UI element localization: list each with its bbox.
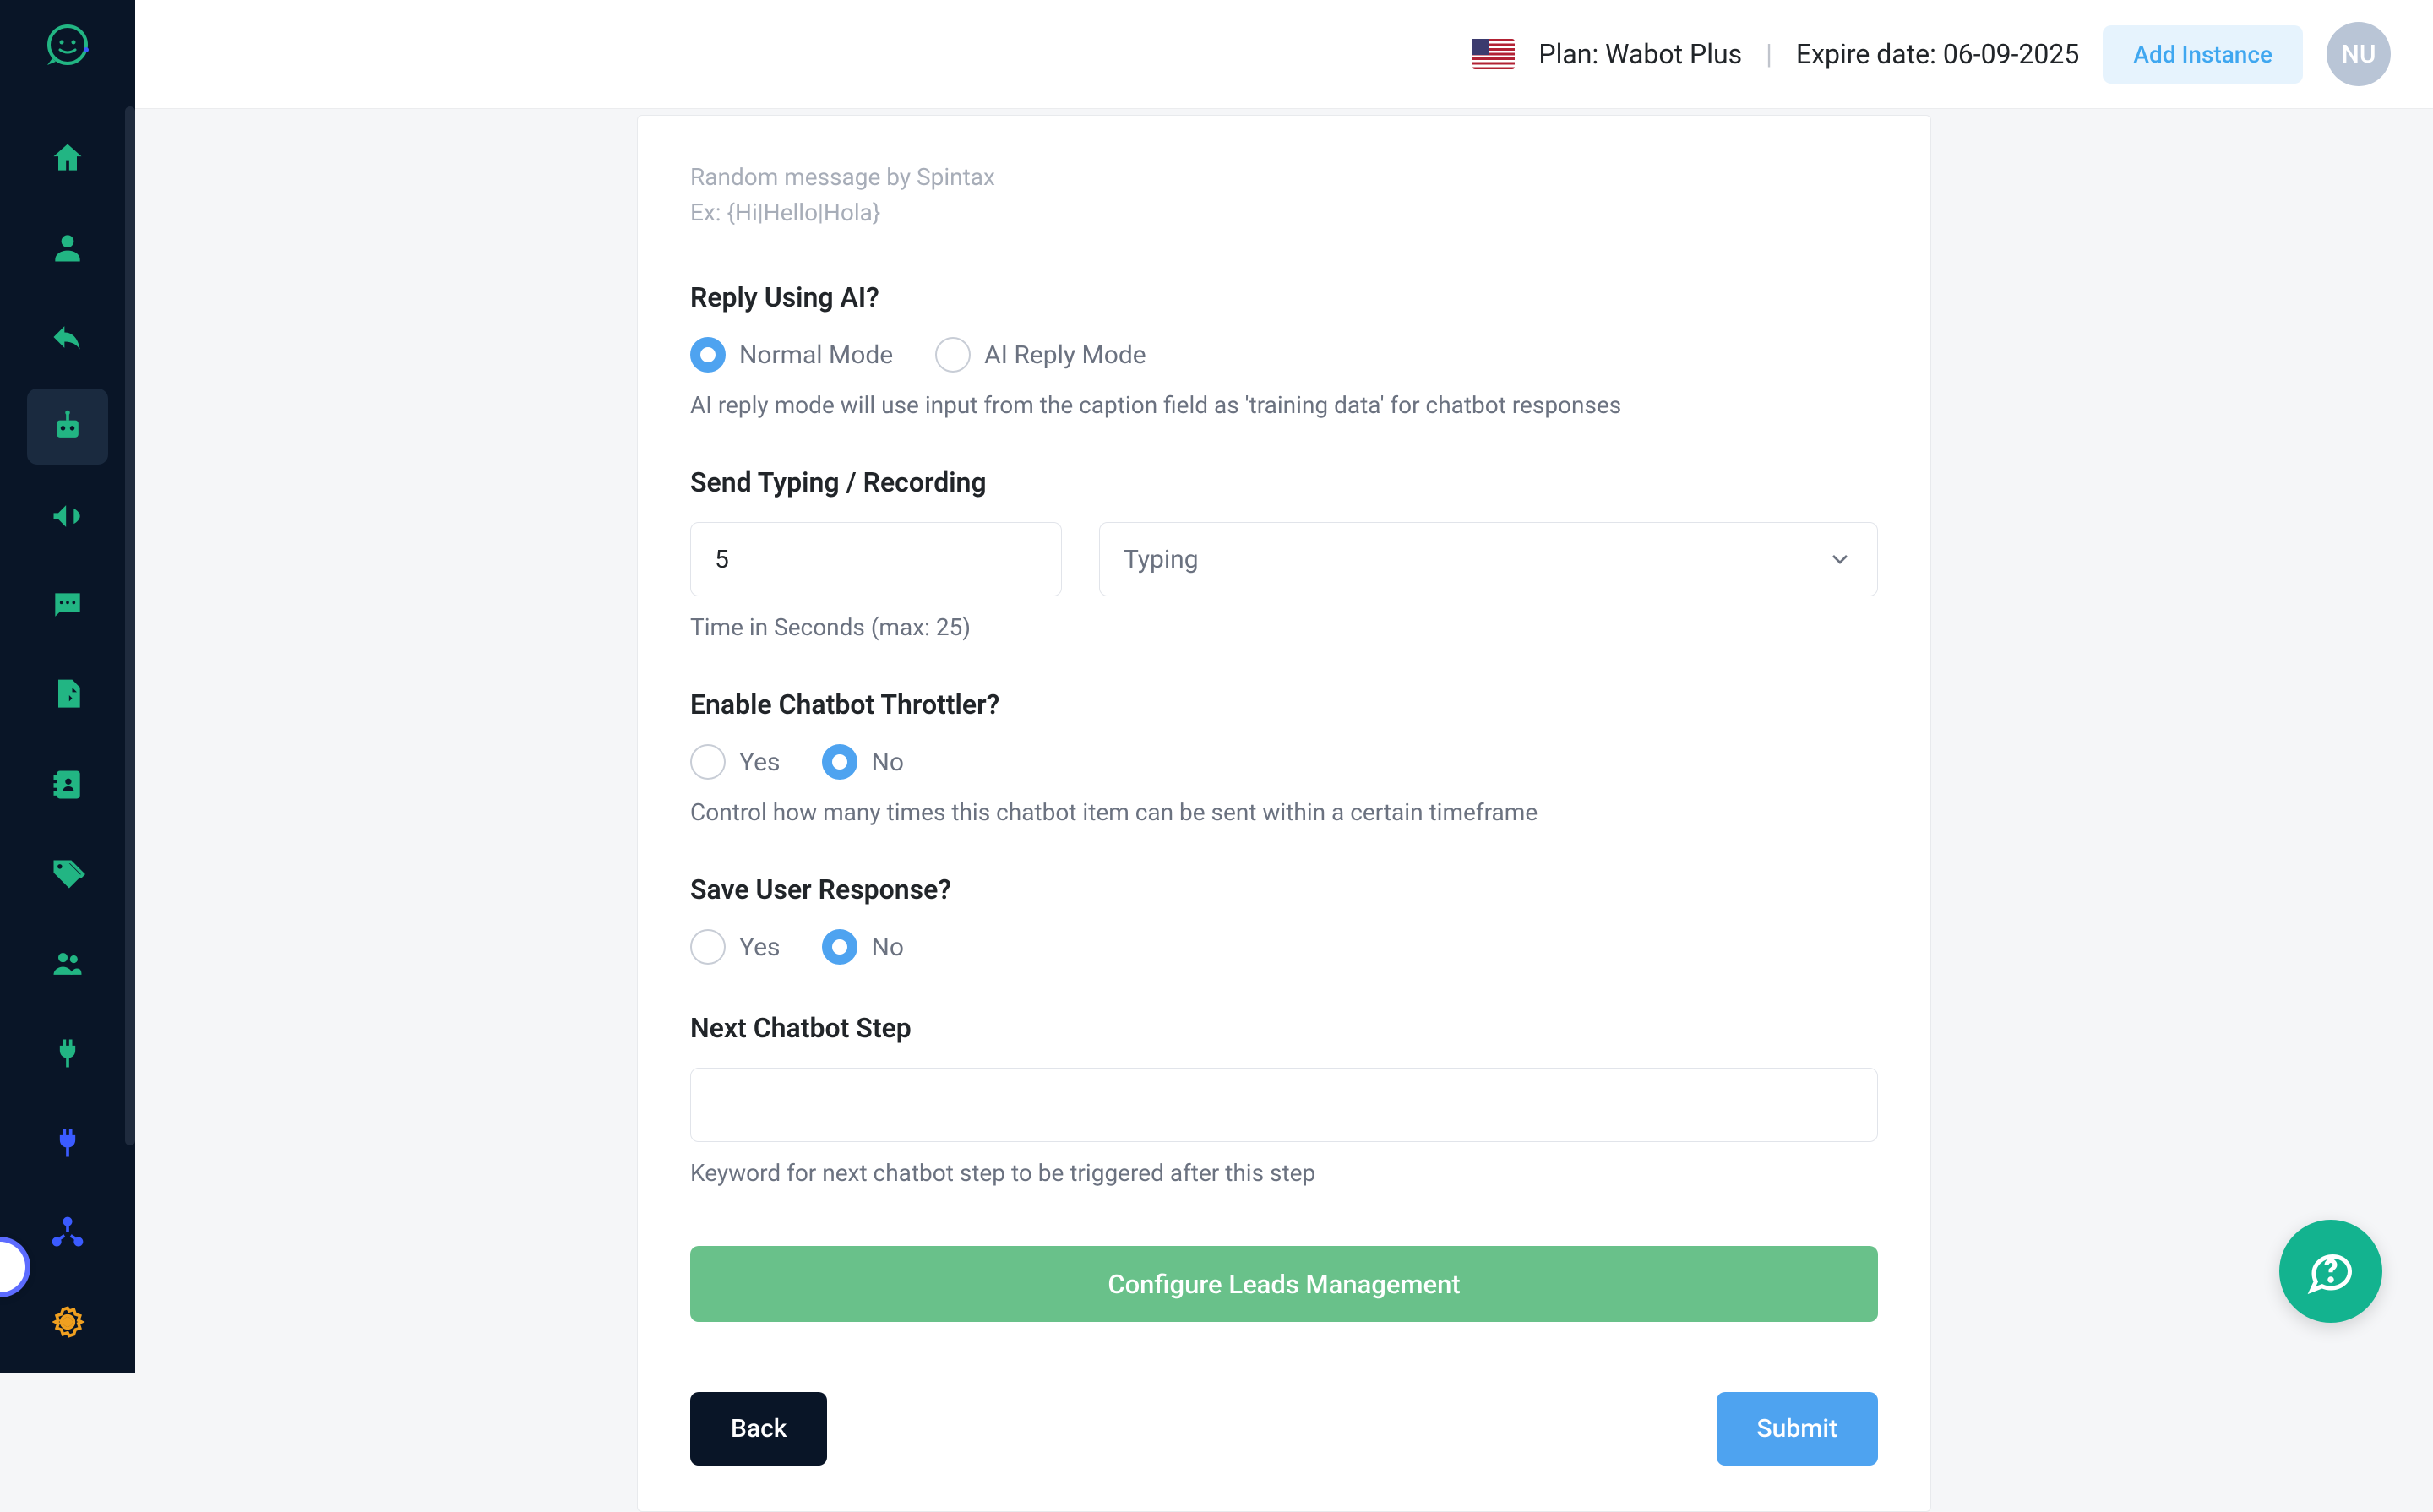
radio-throttler-no[interactable]: No [822, 744, 904, 780]
sidebar [0, 0, 135, 1373]
address-book-icon [49, 766, 86, 803]
spintax-hint-line1: Random message by Spintax [690, 160, 1878, 195]
chat-icon [49, 587, 86, 624]
radio-label: No [871, 933, 904, 962]
radio-dot-icon [690, 744, 726, 780]
app-logo [34, 20, 101, 69]
gear-icon [49, 1303, 86, 1341]
typing-title: Send Typing / Recording [690, 466, 1878, 498]
reply-ai-title: Reply Using AI? [690, 281, 1878, 313]
radio-ai-mode[interactable]: AI Reply Mode [935, 337, 1146, 373]
sidebar-item-webhook[interactable] [27, 1105, 108, 1181]
throttler-radio-group: Yes No [690, 744, 1878, 780]
home-icon [49, 139, 86, 177]
expire-label: Expire date: 06-09-2025 [1796, 38, 2079, 70]
next-step-help: Keyword for next chatbot step to be trig… [690, 1159, 1878, 1187]
save-response-radio-group: Yes No [690, 929, 1878, 965]
radio-throttler-yes[interactable]: Yes [690, 744, 780, 780]
radio-dot-selected-icon [822, 744, 857, 780]
robot-icon [49, 408, 86, 445]
typing-help: Time in Seconds (max: 25) [690, 613, 1878, 641]
users-icon [49, 945, 86, 982]
radio-dot-selected-icon [822, 929, 857, 965]
radio-label: Yes [739, 933, 780, 962]
throttler-title: Enable Chatbot Throttler? [690, 688, 1878, 721]
reply-icon [49, 318, 86, 356]
main-content: Random message by Spintax Ex: {Hi|Hello|… [135, 0, 2433, 1512]
nodes-icon [49, 1214, 86, 1251]
tags-icon [49, 856, 86, 893]
sidebar-item-reply[interactable] [27, 299, 108, 375]
radio-label: AI Reply Mode [984, 340, 1146, 370]
radio-normal-mode[interactable]: Normal Mode [690, 337, 893, 373]
reply-ai-help: AI reply mode will use input from the ca… [690, 391, 1878, 419]
back-button[interactable]: Back [690, 1392, 827, 1466]
radio-dot-icon [690, 929, 726, 965]
select-value: Typing [1124, 545, 1199, 574]
form-footer: Back Submit [638, 1346, 1930, 1511]
help-chat-icon [2305, 1246, 2356, 1297]
sidebar-item-user[interactable] [27, 209, 108, 286]
sidebar-item-chat[interactable] [27, 568, 108, 644]
sidebar-item-campaign[interactable] [27, 478, 108, 554]
radio-save-yes[interactable]: Yes [690, 929, 780, 965]
sidebar-item-integrations[interactable] [27, 1015, 108, 1091]
configure-leads-button[interactable]: Configure Leads Management [690, 1246, 1878, 1322]
radio-save-no[interactable]: No [822, 929, 904, 965]
reply-ai-radio-group: Normal Mode AI Reply Mode [690, 337, 1878, 373]
header-divider: | [1766, 38, 1772, 70]
spintax-hint: Random message by Spintax Ex: {Hi|Hello|… [690, 160, 1878, 231]
radio-label: No [871, 748, 904, 777]
user-avatar[interactable]: NU [2327, 22, 2391, 86]
sidebar-item-flow[interactable] [27, 1194, 108, 1270]
sidebar-item-tags[interactable] [27, 836, 108, 912]
sidebar-item-export[interactable] [27, 657, 108, 733]
typing-row: Typing [690, 522, 1878, 596]
megaphone-icon [49, 498, 86, 535]
header: Plan: Wabot Plus | Expire date: 06-09-20… [135, 0, 2433, 108]
spintax-hint-line2: Ex: {Hi|Hello|Hola} [690, 195, 1878, 231]
export-icon [49, 677, 86, 714]
sidebar-item-settings[interactable] [27, 1284, 108, 1360]
throttler-help: Control how many times this chatbot item… [690, 798, 1878, 826]
submit-button[interactable]: Submit [1717, 1392, 1878, 1466]
radio-dot-icon [935, 337, 971, 373]
radio-dot-selected-icon [690, 337, 726, 373]
user-icon [49, 229, 86, 266]
chatbot-form-card: Random message by Spintax Ex: {Hi|Hello|… [637, 115, 1931, 1512]
plan-label: Plan: Wabot Plus [1538, 38, 1742, 70]
plug-icon [49, 1035, 86, 1072]
radio-label: Normal Mode [739, 340, 893, 370]
sidebar-scrollbar[interactable] [125, 106, 135, 1145]
plug-blue-icon [49, 1124, 86, 1161]
sidebar-nav [0, 120, 135, 1373]
next-step-title: Next Chatbot Step [690, 1012, 1878, 1044]
chevron-down-icon [1826, 546, 1853, 573]
help-chat-fab[interactable] [2279, 1220, 2382, 1323]
typing-type-select[interactable]: Typing [1099, 522, 1878, 596]
save-response-title: Save User Response? [690, 873, 1878, 906]
sidebar-item-team[interactable] [27, 926, 108, 1002]
sidebar-item-chatbot[interactable] [27, 389, 108, 465]
radio-label: Yes [739, 748, 780, 777]
add-instance-button[interactable]: Add Instance [2103, 25, 2303, 84]
flag-us-icon[interactable] [1472, 39, 1515, 69]
sidebar-item-contacts[interactable] [27, 747, 108, 823]
typing-seconds-input[interactable] [690, 522, 1062, 596]
next-step-input[interactable] [690, 1068, 1878, 1142]
sidebar-item-home[interactable] [27, 120, 108, 196]
